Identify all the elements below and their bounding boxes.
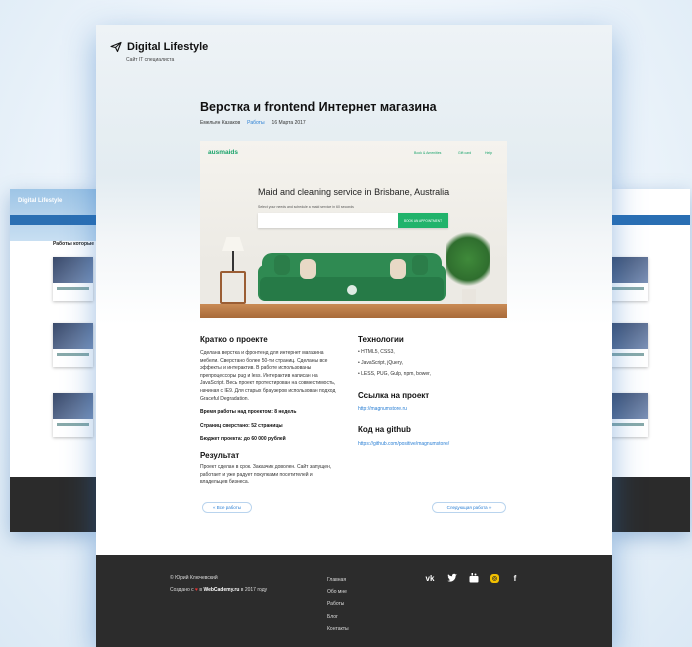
footer-menu: Главная Обо мне Работы Блог Контакты [327,574,349,635]
right-preview-nav [612,215,690,225]
shot-pillow [274,255,290,275]
site-logo[interactable]: Digital Lifestyle [110,41,208,53]
instagram-icon[interactable]: ◎ [490,573,499,583]
footer-menu-item[interactable]: Работы [327,598,349,610]
shot-nav-item: Help [485,151,493,155]
about-time: Время работы над проектом: 8 недель [200,409,297,415]
article-category[interactable]: Работы [247,120,264,126]
vk-icon[interactable]: vk [424,572,436,584]
footer-menu-item[interactable]: Обо мне [327,586,349,598]
footer-menu-item[interactable]: Контакты [327,623,349,635]
paper-plane-icon [110,41,122,53]
project-link-title: Ссылка на проект [358,391,430,400]
about-pages: Страниц сверстано: 52 страницы [200,423,283,429]
shot-pillow [300,259,316,279]
left-preview-footer [10,477,96,532]
right-preview-header [612,189,690,241]
result-text: Проект сделан в срок. Заказчик доволен. … [200,464,332,486]
shot-subline: Select your needs and schedule a maid se… [258,205,354,209]
shot-lamp-pole [232,251,234,273]
tech-item: • JavaScript, jQuery, [358,360,404,366]
right-preview-footer [612,477,690,532]
twitter-icon[interactable] [446,572,458,584]
footer-menu-item[interactable]: Главная [327,574,349,586]
github-title: Код на github [358,425,411,434]
site-title: Digital Lifestyle [127,41,209,53]
result-title: Результат [200,451,240,460]
heart-icon: ♥ [195,587,199,593]
shot-headline: Maid and cleaning service in Brisbane, A… [258,187,450,197]
next-work-button[interactable]: Следующая работа » [432,502,506,513]
left-preview-logo: Digital Lifestyle [18,198,63,204]
article-author[interactable]: Емельян Казаков [200,120,240,126]
right-preview-card [612,323,648,367]
tech-item: • HTML5, CSS3, [358,349,395,355]
youtube-icon[interactable] [468,572,480,584]
left-preview-nav [10,215,96,225]
footer-menu-item[interactable]: Блог [327,611,349,623]
tech-title: Технологии [358,335,404,344]
right-preview-card [612,393,648,437]
site-subtitle: Сайт IT специалиста [126,57,175,63]
article-date: 16 Марта 2017 [271,120,306,126]
footer-made-suffix: в 2017 году [240,587,268,593]
footer-made-prefix: Создано с [170,587,194,593]
about-text: Сделана верстка и фронтенд для интернет … [200,350,336,402]
right-preview-card [612,257,648,301]
shot-nav-item: Gift card [458,151,472,155]
shot-brand-logo: ausmaids [208,149,238,156]
all-works-button[interactable]: « Все работы [202,502,252,513]
right-preview-page [612,189,690,532]
shot-plant-pot [462,289,476,305]
shot-nav-item: Book & Amenities [414,151,442,155]
play-icon [347,285,357,295]
shot-floor [200,304,507,318]
tech-list: • HTML5, CSS3, • JavaScript, jQuery, • L… [358,347,431,380]
page-title: Верстка и frontend Интернет магазина [200,100,437,114]
left-preview-card [53,323,93,367]
left-preview-card [53,393,93,437]
article-meta: Емельян Казаков Работы 16 Марта 2017 [200,120,306,126]
shot-lamp [222,237,244,251]
shot-pillow [412,255,428,275]
shot-side-table [220,271,246,304]
left-preview-page: Digital Lifestyle Работы которые [10,189,96,532]
tech-item: • LESS, PUG, Gulp, npm, bower, [358,371,431,377]
project-screenshot: ausmaids Book & Amenities Gift card Help… [200,141,507,318]
social-links: vk ◎ f [424,572,521,584]
about-budget: Бюджет проекта: до 60 000 рублей [200,436,286,442]
about-title: Кратко о проекте [200,335,268,344]
footer-made-in: в [199,587,203,593]
left-preview-section-title: Работы которые [53,241,95,247]
facebook-icon[interactable]: f [509,572,521,584]
shot-cta-button: BOOK AN APPOINTMENT [398,213,448,228]
project-link[interactable]: http://magnumstore.ru [358,406,407,412]
left-preview-card [53,257,93,301]
site-footer: © Юрий Ключевский Создано с ♥ в WebCadem… [96,555,612,647]
github-link[interactable]: https://github.com/positive/magnumstore/ [358,441,449,447]
footer-made-brand[interactable]: WebCademy.ru [203,587,239,593]
footer-credits: Создано с ♥ в WebCademy.ru в 2017 году [170,587,267,593]
footer-copyright: © Юрий Ключевский [170,575,218,581]
shot-pillow [390,259,406,279]
shot-plant [446,227,490,291]
main-page: Digital Lifestyle Сайт IT специалиста Ве… [96,25,612,647]
left-preview-header: Digital Lifestyle [10,189,96,241]
shot-booking-form: BOOK AN APPOINTMENT [258,213,448,228]
